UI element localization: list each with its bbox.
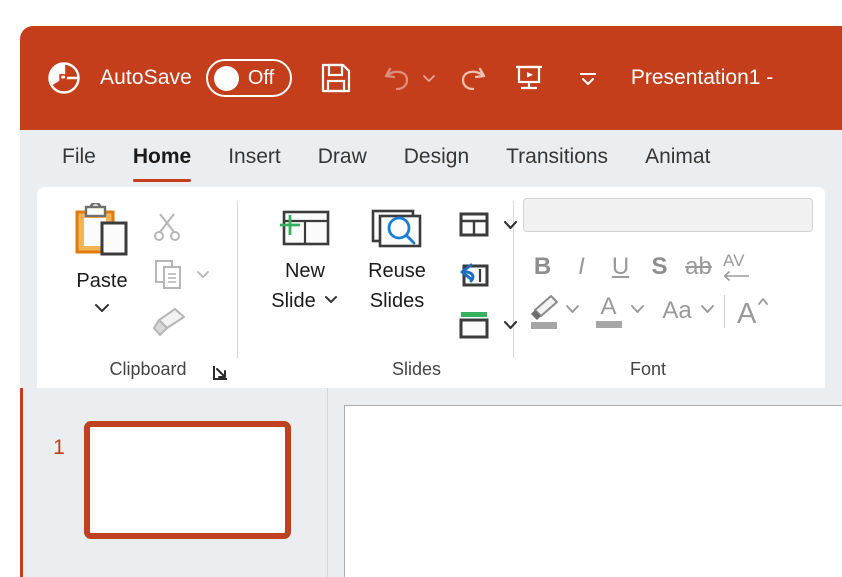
strikethrough-icon[interactable]: ab — [679, 247, 718, 287]
change-case-icon[interactable]: Aa — [655, 291, 699, 331]
slide-number: 1 — [48, 433, 70, 463]
change-case-chevron-down-icon[interactable] — [699, 302, 716, 320]
tab-insert[interactable]: Insert — [228, 145, 281, 173]
ribbon: Paste — [37, 187, 825, 388]
tab-draw[interactable]: Draw — [318, 145, 367, 173]
reuse-slides-label-line2: Slides — [370, 286, 424, 316]
tab-design[interactable]: Design — [404, 145, 469, 173]
copy-icon — [151, 257, 185, 296]
autosave-toggle[interactable]: Off — [206, 59, 292, 97]
font-color-bar — [596, 321, 622, 328]
svg-text:AV: AV — [723, 251, 745, 270]
font-buttons: B I U S ab AV — [523, 245, 772, 333]
ribbon-group-clipboard: Paste — [37, 187, 237, 388]
start-presentation-icon[interactable] — [512, 61, 546, 95]
undo-icon[interactable] — [381, 61, 415, 95]
new-slide-button[interactable]: New Slide — [259, 200, 351, 316]
new-slide-label-line1: New — [285, 256, 325, 286]
svg-text:A: A — [737, 298, 757, 328]
clipboard-small-buttons — [151, 200, 211, 348]
italic-icon[interactable]: I — [562, 247, 601, 287]
slide-canvas[interactable] — [344, 405, 842, 577]
slide-layout-icon — [458, 211, 490, 244]
title-bar: P AutoSave Off — [20, 26, 842, 130]
reuse-slides-search-icon — [368, 200, 426, 256]
highlight-color-bar — [531, 322, 557, 329]
cut-button[interactable] — [151, 204, 185, 252]
tab-animations[interactable]: Animat — [645, 145, 710, 173]
powerpoint-logo-icon: P — [45, 59, 83, 97]
text-highlight-color-icon[interactable] — [523, 290, 564, 332]
clipboard-dialog-launcher-icon[interactable] — [212, 364, 229, 381]
paste-label: Paste — [76, 270, 127, 293]
undo-chevron-down-icon[interactable] — [421, 70, 437, 86]
slide-editor-pane — [328, 388, 842, 577]
ribbon-group-slides: New Slide — [238, 187, 513, 388]
new-slide-label-line2: Slide — [271, 286, 315, 316]
copy-button[interactable] — [151, 252, 211, 300]
reuse-slides-button[interactable]: Reuse Slides — [351, 200, 443, 316]
font-name-input[interactable] — [523, 198, 813, 232]
slide-thumbnail-pane[interactable]: 1 — [23, 388, 328, 577]
format-painter-button[interactable] — [151, 300, 187, 348]
svg-text:P: P — [58, 71, 67, 87]
powerpoint-window: P AutoSave Off — [20, 26, 842, 577]
reset-button[interactable] — [458, 252, 519, 302]
tab-home[interactable]: Home — [133, 145, 191, 173]
highlight-chevron-down-icon[interactable] — [564, 302, 581, 320]
section-button[interactable] — [458, 302, 519, 352]
new-slide-chevron-down-icon[interactable] — [323, 292, 339, 310]
paste-button[interactable]: Paste — [59, 200, 145, 319]
font-group-label: Font — [523, 354, 773, 388]
paste-chevron-down-icon[interactable] — [93, 301, 111, 319]
redo-icon[interactable] — [455, 61, 489, 95]
autosave-label: AutoSave — [100, 66, 192, 90]
save-icon[interactable] — [319, 61, 353, 95]
bold-icon[interactable]: B — [523, 247, 562, 287]
tab-file[interactable]: File — [62, 145, 96, 173]
customize-quick-access-toolbar-icon[interactable] — [576, 66, 600, 90]
slide-thumbnail-preview[interactable] — [84, 421, 291, 539]
document-title: Presentation1 - — [631, 66, 773, 90]
font-divider — [724, 295, 725, 328]
ribbon-group-font: B I U S ab AV — [514, 187, 824, 388]
reuse-slides-label-line1: Reuse — [368, 256, 426, 286]
autosave-state-label: Off — [248, 67, 274, 90]
autosave-toggle-knob — [214, 66, 239, 91]
slides-small-buttons — [458, 200, 519, 352]
font-color-chevron-down-icon[interactable] — [629, 302, 646, 320]
character-spacing-icon[interactable]: AV — [718, 247, 757, 287]
copy-chevron-down-icon[interactable] — [195, 267, 211, 285]
new-slide-plus-icon — [276, 200, 334, 256]
reset-slide-icon — [458, 261, 490, 294]
ribbon-tab-strip: File Home Insert Draw Design Transitions… — [20, 130, 842, 187]
section-icon — [458, 310, 490, 345]
font-color-icon[interactable]: A — [588, 290, 629, 332]
tab-transitions[interactable]: Transitions — [506, 145, 608, 173]
increase-font-size-icon[interactable]: A — [733, 291, 772, 331]
underline-icon[interactable]: U — [601, 247, 640, 287]
font-color-letter: A — [600, 295, 616, 319]
format-painter-brush-icon — [151, 306, 187, 343]
workspace: 1 — [20, 388, 842, 577]
slide-thumbnail-item[interactable]: 1 — [48, 421, 291, 539]
clipboard-group-label: Clipboard — [59, 354, 237, 388]
text-shadow-icon[interactable]: S — [640, 247, 679, 287]
paste-clipboard-icon — [75, 200, 129, 264]
layout-button[interactable] — [458, 202, 519, 252]
slides-group-label: Slides — [359, 354, 474, 388]
scissors-cut-icon — [151, 209, 185, 248]
